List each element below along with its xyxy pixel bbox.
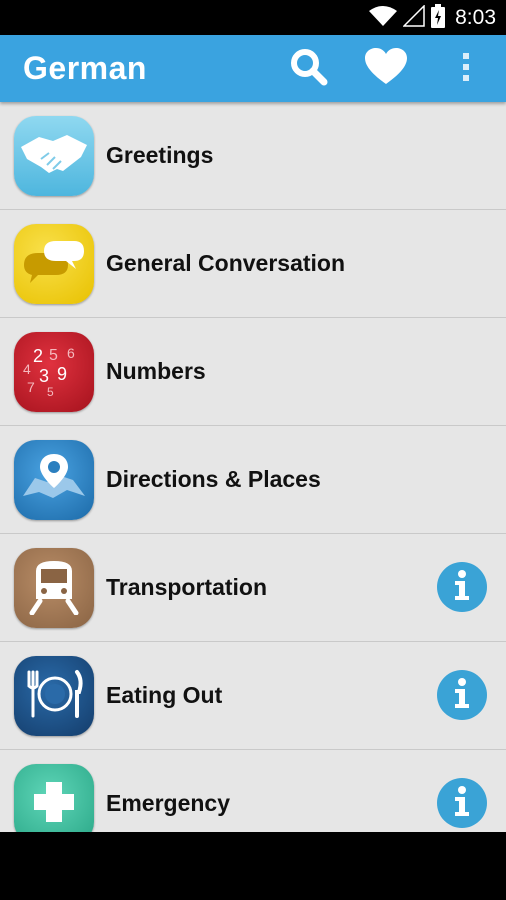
eating-out-tile [14, 656, 94, 736]
svg-text:2: 2 [33, 346, 43, 366]
svg-text:5: 5 [49, 347, 58, 364]
handshake-icon [19, 129, 89, 184]
status-bar: 8:03 [0, 0, 506, 35]
svg-text:7: 7 [27, 379, 35, 395]
cell-signal-icon [402, 3, 425, 32]
list-item-directions-places[interactable]: Directions & Places [0, 426, 506, 534]
medical-cross-icon [30, 778, 78, 831]
heart-icon [365, 47, 407, 91]
item-label: Transportation [106, 574, 268, 600]
list-item-numbers[interactable]: 2 5 6 4 3 9 7 5 Numbers [0, 318, 506, 426]
category-list: Greetings General Conversation 2 5 6 4 3 [0, 102, 506, 832]
numbers-icon: 2 5 6 4 3 9 7 5 [19, 340, 89, 405]
eating-out-info-button[interactable] [437, 670, 487, 720]
app-bar: German [0, 35, 506, 102]
list-item-eating-out[interactable]: Eating Out [0, 642, 506, 750]
navigation-bar [0, 832, 506, 900]
info-icon [450, 677, 474, 714]
status-icons: 8:03 [369, 3, 496, 33]
list-item-greetings[interactable]: Greetings [0, 102, 506, 210]
greetings-tile [14, 116, 94, 196]
search-button[interactable] [289, 47, 329, 92]
svg-text:5: 5 [47, 385, 54, 399]
plate-cutlery-icon [21, 666, 87, 727]
svg-text:9: 9 [57, 364, 67, 384]
overflow-menu-button[interactable] [446, 49, 486, 89]
svg-text:4: 4 [23, 361, 31, 377]
train-icon [26, 557, 82, 620]
speech-bubbles-icon [22, 237, 86, 292]
info-icon [450, 569, 474, 606]
app-title: German [23, 50, 147, 86]
item-label: General Conversation [106, 250, 346, 276]
battery-charging-icon [431, 3, 446, 33]
more-vertical-icon [461, 51, 471, 88]
emergency-info-button[interactable] [437, 778, 487, 828]
item-label: Eating Out [106, 682, 223, 708]
transportation-info-button[interactable] [437, 562, 487, 612]
emergency-tile [14, 764, 94, 832]
svg-text:3: 3 [39, 366, 49, 386]
svg-text:6: 6 [67, 345, 75, 361]
item-label: Emergency [106, 790, 231, 816]
item-label: Directions & Places [106, 466, 321, 492]
general-conversation-tile [14, 224, 94, 304]
search-icon [289, 47, 329, 92]
wifi-icon [369, 5, 398, 32]
transportation-tile [14, 548, 94, 628]
directions-places-tile [14, 440, 94, 520]
item-label: Greetings [106, 142, 214, 168]
clock: 8:03 [455, 6, 496, 29]
list-item-general-conversation[interactable]: General Conversation [0, 210, 506, 318]
map-pin-icon [21, 448, 87, 513]
favorites-button[interactable] [365, 47, 407, 91]
item-label: Numbers [106, 358, 206, 384]
list-item-emergency[interactable]: Emergency [0, 750, 506, 832]
numbers-tile: 2 5 6 4 3 9 7 5 [14, 332, 94, 412]
list-item-transportation[interactable]: Transportation [0, 534, 506, 642]
info-icon [450, 785, 474, 822]
